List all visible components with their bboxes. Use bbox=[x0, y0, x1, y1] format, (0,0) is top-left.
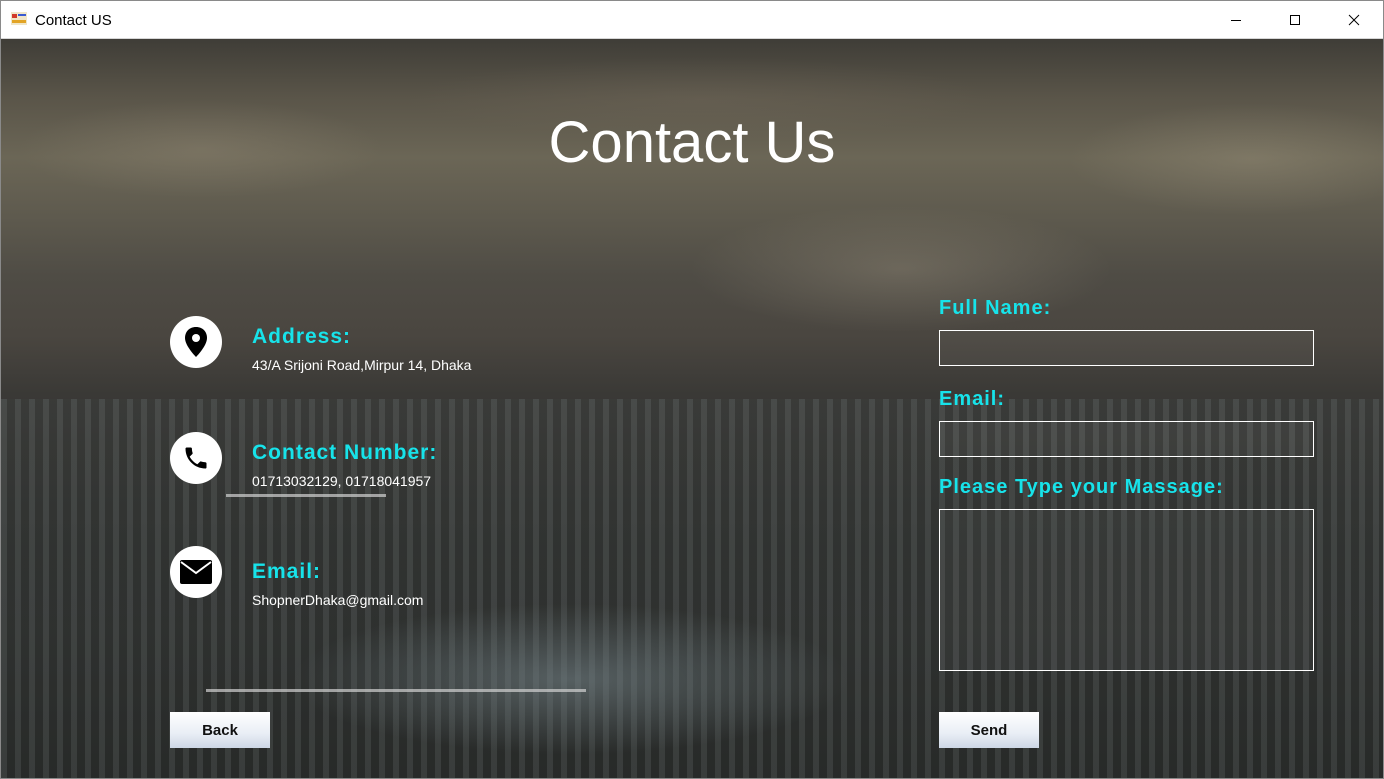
contact-number-value: 01713032129, 01718041957 bbox=[252, 473, 432, 489]
address-label: Address: bbox=[252, 325, 352, 348]
background-bridge bbox=[226, 494, 386, 507]
contact-number-label: Contact Number: bbox=[252, 441, 438, 464]
phone-icon bbox=[170, 432, 222, 484]
location-pin-icon bbox=[170, 316, 222, 368]
content-area: Contact Us Address: 43/A Srijoni Road,Mi… bbox=[1, 39, 1383, 778]
close-button[interactable] bbox=[1325, 1, 1383, 38]
background-bridge bbox=[206, 689, 586, 702]
back-button[interactable]: Back bbox=[170, 712, 270, 748]
minimize-button[interactable] bbox=[1207, 1, 1265, 38]
page-title: Contact Us bbox=[548, 110, 836, 175]
message-textarea[interactable] bbox=[939, 509, 1314, 671]
full-name-input[interactable] bbox=[939, 330, 1314, 366]
message-label: Please Type your Massage: bbox=[939, 476, 1224, 498]
envelope-icon bbox=[170, 546, 222, 598]
title-bar: Contact US bbox=[1, 1, 1383, 39]
email-label: Email: bbox=[252, 560, 322, 583]
app-icon bbox=[11, 12, 27, 25]
window-title: Contact US bbox=[35, 12, 112, 29]
send-button[interactable]: Send bbox=[939, 712, 1039, 748]
email-value: ShopnerDhaka@gmail.com bbox=[252, 592, 424, 608]
maximize-icon bbox=[1290, 14, 1300, 25]
close-icon bbox=[1348, 14, 1360, 25]
full-name-label: Full Name: bbox=[939, 297, 1052, 319]
form-email-label: Email: bbox=[939, 388, 1006, 410]
minimize-icon bbox=[1231, 19, 1241, 21]
contact-window: Contact US Contact Us Address: 43/A Srij… bbox=[0, 0, 1384, 779]
address-value: 43/A Srijoni Road,Mirpur 14, Dhaka bbox=[252, 357, 472, 373]
email-input[interactable] bbox=[939, 421, 1314, 457]
maximize-button[interactable] bbox=[1266, 1, 1324, 38]
